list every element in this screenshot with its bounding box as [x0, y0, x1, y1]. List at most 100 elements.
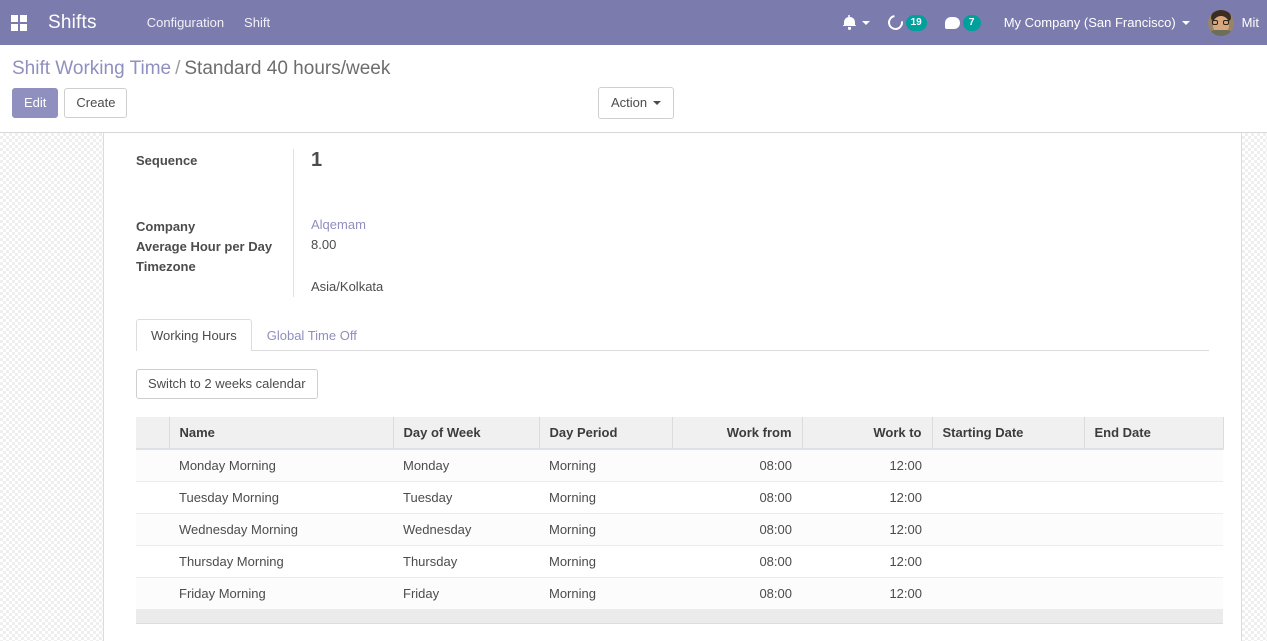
cell-starting-date[interactable]: [932, 513, 1084, 546]
cell-work-to[interactable]: 12:00: [802, 448, 932, 482]
table-row[interactable]: Thursday Morning Thursday Morning 08:00 12:0…: [136, 545, 1223, 578]
tab-working-hours[interactable]: Working Hours: [136, 318, 252, 351]
cell-work-to[interactable]: 12:00: [802, 513, 932, 546]
company-switcher-label: My Company (San Francisco): [1003, 15, 1176, 30]
form-group-info: Company Average Hour per Day Timezone Al…: [104, 214, 1241, 297]
column-header-day-of-week[interactable]: Day of Week: [393, 416, 540, 450]
form-group-top: Sequence 1: [104, 148, 1241, 215]
cell-work-to[interactable]: 12:00: [802, 545, 932, 578]
column-header-starting-date[interactable]: Starting Date: [932, 416, 1085, 450]
cell-day-period[interactable]: Morning: [539, 448, 672, 482]
table-header-row: Name Day of Week Day Period Work from Wo…: [136, 416, 1224, 450]
cell-day-period[interactable]: Morning: [539, 577, 672, 610]
table-foot: [136, 609, 1223, 624]
breadcrumb-root-link[interactable]: Shift Working Time: [12, 58, 171, 79]
breadcrumb-separator: /: [175, 58, 181, 79]
row-drag-handle[interactable]: [136, 448, 169, 482]
breadcrumb: Shift Working Time / Standard 40 hours/wee…: [0, 45, 1267, 88]
cell-name[interactable]: Tuesday Morning: [169, 481, 393, 514]
cell-day-period[interactable]: Morning: [539, 513, 672, 546]
table-head: Name Day of Week Day Period Work from Wo…: [136, 416, 1224, 450]
form-info-rows: Company Average Hour per Day Timezone Al…: [136, 214, 1241, 297]
cell-work-from[interactable]: 08:00: [672, 545, 802, 578]
cell-day-period[interactable]: Morning: [539, 481, 672, 514]
table-footer-row: [136, 609, 1223, 624]
notifications-button[interactable]: [834, 0, 879, 45]
working-hours-table: Name Day of Week Day Period Work from Wo…: [136, 416, 1224, 624]
cell-day-of-week[interactable]: Monday: [393, 448, 539, 482]
table-row[interactable]: Friday Morning Friday Morning 08:00 12:00: [136, 577, 1223, 610]
field-value-company[interactable]: Alqemam: [311, 215, 383, 235]
table-footer-cell: [136, 609, 1223, 624]
column-header-end-date[interactable]: End Date: [1084, 416, 1224, 450]
row-drag-handle[interactable]: [136, 577, 169, 610]
cell-starting-date[interactable]: [932, 545, 1084, 578]
notebook-tabs: Working Hours Global Time Off: [136, 318, 1209, 351]
cell-end-date[interactable]: [1084, 481, 1223, 514]
field-value-timezone[interactable]: Asia/Kolkata: [311, 277, 383, 297]
create-button[interactable]: Create: [64, 88, 128, 118]
breadcrumb-current: Standard 40 hours/week: [184, 58, 391, 79]
tab-global-time-off[interactable]: Global Time Off: [252, 319, 372, 351]
cell-day-of-week[interactable]: Friday: [393, 577, 539, 610]
field-value-average-hour-per-day[interactable]: 8.00: [311, 235, 383, 255]
column-header-handle: [136, 416, 170, 450]
menu-item-shift[interactable]: Shift: [234, 9, 280, 36]
avatar: [1207, 9, 1234, 36]
user-name-label: Mit: [1241, 15, 1259, 30]
control-panel-buttons: Edit Create Action 6: [0, 87, 1267, 132]
column-header-work-from[interactable]: Work from: [672, 416, 803, 450]
activity-count-badge: 19: [905, 14, 927, 31]
cell-name[interactable]: Thursday Morning: [169, 545, 393, 578]
field-label-company: Company: [136, 218, 196, 234]
cell-starting-date[interactable]: [932, 481, 1084, 514]
cell-work-to[interactable]: 12:00: [802, 577, 932, 610]
row-drag-handle[interactable]: [136, 513, 169, 546]
cell-work-from[interactable]: 08:00: [672, 577, 802, 610]
table-row[interactable]: Wednesday Morning Wednesday Morning 08:00 12…: [136, 513, 1223, 546]
row-drag-handle[interactable]: [136, 545, 169, 578]
cell-work-to[interactable]: 12:00: [802, 481, 932, 514]
cell-day-of-week[interactable]: Tuesday: [393, 481, 539, 514]
row-drag-handle[interactable]: [136, 481, 169, 514]
switch-to-2-weeks-calendar-button[interactable]: Switch to 2 weeks calendar: [136, 368, 318, 399]
cell-day-of-week[interactable]: Thursday: [393, 545, 539, 578]
messages-count-badge: 7: [962, 14, 981, 31]
control-panel: Shift Working Time / Standard 40 hours/wee…: [0, 45, 1267, 133]
action-dropdown-button[interactable]: Action: [598, 87, 675, 119]
edit-button[interactable]: Edit: [12, 88, 59, 118]
cell-name[interactable]: Wednesday Morning: [169, 513, 393, 546]
messages-button[interactable]: 7: [936, 0, 990, 45]
user-menu[interactable]: Mit: [1198, 9, 1267, 36]
cell-work-from[interactable]: 08:00: [672, 481, 802, 514]
cell-starting-date[interactable]: [932, 448, 1084, 482]
form-sheet: Sequence 1 Company Average Hour per Day …: [103, 132, 1242, 641]
column-header-work-to[interactable]: Work to: [802, 416, 933, 450]
cell-day-period[interactable]: Morning: [539, 545, 672, 578]
company-switcher[interactable]: My Company (San Francisco): [990, 15, 1198, 30]
cell-end-date[interactable]: [1084, 513, 1223, 546]
cell-name[interactable]: Friday Morning: [169, 577, 393, 610]
cell-day-of-week[interactable]: Wednesday: [393, 513, 539, 546]
cell-name[interactable]: Monday Morning: [169, 448, 393, 482]
table-row[interactable]: Tuesday Morning Tuesday Morning 08:00 12:00: [136, 481, 1223, 514]
cell-work-from[interactable]: 08:00: [672, 513, 802, 546]
cell-end-date[interactable]: [1084, 577, 1223, 610]
column-header-name[interactable]: Name: [169, 416, 394, 450]
table-row[interactable]: Monday Morning Monday Morning 08:00 12:00: [136, 448, 1223, 482]
activities-button[interactable]: 19: [879, 0, 936, 45]
column-header-day-period[interactable]: Day Period: [539, 416, 673, 450]
app-brand-shifts[interactable]: Shifts: [32, 12, 109, 34]
navbar-right-tools: 19 7 My Company (San Francisco) Mit: [834, 0, 1267, 45]
field-value-sequence[interactable]: 1: [294, 149, 322, 171]
top-navbar: Shifts Configuration Shift 19 7 My Compa…: [0, 0, 1267, 45]
cell-work-from[interactable]: 08:00: [672, 448, 802, 482]
cell-end-date[interactable]: [1084, 448, 1223, 482]
cell-end-date[interactable]: [1084, 545, 1223, 578]
field-label-average-hour-per-day: Average Hour per Day: [136, 238, 273, 254]
menu-item-configuration[interactable]: Configuration: [137, 9, 234, 36]
apps-grid-icon[interactable]: [6, 0, 32, 45]
cell-starting-date[interactable]: [932, 577, 1084, 610]
bell-icon: [842, 14, 856, 30]
action-menu-wrap: Action: [598, 87, 675, 119]
